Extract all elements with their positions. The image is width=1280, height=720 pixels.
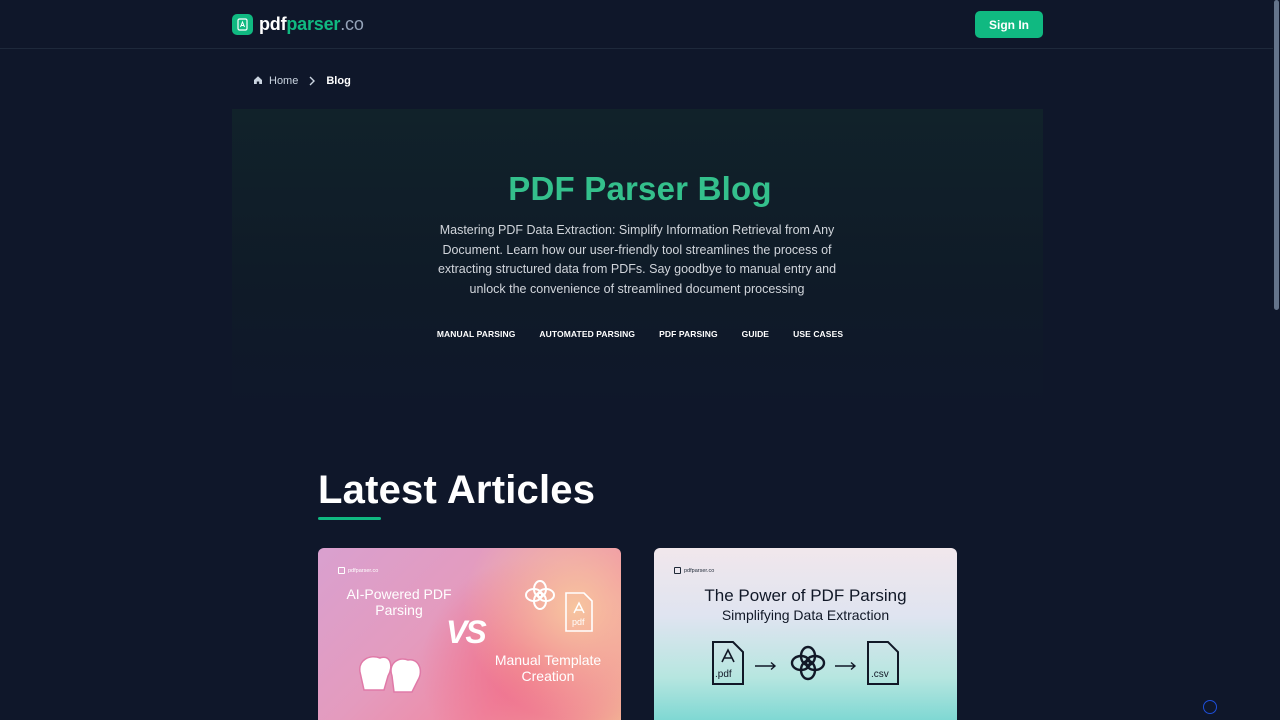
pdf-file-icon xyxy=(232,13,253,35)
card-left-title-line1: AI-Powered PDF xyxy=(346,586,452,602)
arrow-right-icon xyxy=(754,658,778,676)
category-tags: MANUAL PARSING AUTOMATED PARSING PDF PAR… xyxy=(0,329,1280,339)
boxing-gloves-icon xyxy=(354,650,426,705)
arrow-right-icon xyxy=(834,658,858,676)
openai-logo-icon xyxy=(522,577,558,618)
breadcrumb: Home Blog xyxy=(253,74,351,88)
brand-mark-icon xyxy=(674,567,681,574)
brand-logo-link[interactable]: pdfparser.co xyxy=(232,13,364,35)
tag-automated-parsing[interactable]: AUTOMATED PARSING xyxy=(539,329,635,339)
tag-guide[interactable]: GUIDE xyxy=(742,329,769,339)
top-navbar: pdfparser.co Sign In xyxy=(0,0,1280,49)
card-brand-logo: pdfparser.co xyxy=(674,567,714,574)
article-card-ai-vs-manual[interactable]: pdfparser.co AI-Powered PDF Parsing VS p… xyxy=(318,548,621,720)
latest-articles-heading: Latest Articles xyxy=(318,468,596,512)
tag-use-cases[interactable]: USE CASES xyxy=(793,329,843,339)
card-right-title-line2: Creation xyxy=(521,668,575,684)
csv-file-label: .csv xyxy=(871,669,889,680)
home-icon xyxy=(253,75,263,88)
csv-file-icon: .csv xyxy=(866,640,900,691)
card-right-title: Manual Template Creation xyxy=(484,652,612,684)
sign-in-button[interactable]: Sign In xyxy=(975,11,1043,38)
card-brand-text: pdfparser.co xyxy=(348,567,379,574)
heading-underline xyxy=(318,517,381,520)
page-scrollbar-thumb[interactable] xyxy=(1274,0,1279,310)
tag-pdf-parsing[interactable]: PDF PARSING xyxy=(659,329,718,339)
breadcrumb-home-link[interactable]: Home xyxy=(253,75,298,88)
article-card-power-of-pdf-parsing[interactable]: pdfparser.co The Power of PDF Parsing Si… xyxy=(654,548,957,720)
card-right-title-line1: Manual Template xyxy=(494,652,602,668)
brand-mark-icon xyxy=(338,567,345,574)
versus-label: VS xyxy=(446,614,487,650)
chevron-right-icon xyxy=(308,76,316,86)
brand-name-tld: .co xyxy=(340,13,364,34)
breadcrumb-home-label: Home xyxy=(269,75,299,87)
pdf-icon-label: pdf xyxy=(572,617,585,627)
breadcrumb-current: Blog xyxy=(326,75,351,87)
brand-name-parser: parser xyxy=(286,13,341,34)
brand-name: pdfparser.co xyxy=(259,14,364,35)
card-title: The Power of PDF Parsing xyxy=(704,586,907,605)
card-left-title-line2: Parsing xyxy=(375,602,423,618)
card-subtitle: Simplifying Data Extraction xyxy=(721,607,890,623)
floating-widget-icon[interactable] xyxy=(1203,700,1217,714)
pdf-file-icon: .pdf xyxy=(711,640,745,691)
brand-name-pdf: pdf xyxy=(259,13,287,34)
tag-manual-parsing[interactable]: MANUAL PARSING xyxy=(437,329,516,339)
openai-logo-icon xyxy=(788,643,828,688)
pdf-file-label: .pdf xyxy=(715,669,732,680)
card-left-title: AI-Powered PDF Parsing xyxy=(338,586,460,618)
hero-description: Mastering PDF Data Extraction: Simplify … xyxy=(437,223,837,297)
card-brand-text: pdfparser.co xyxy=(684,567,715,574)
page-title: PDF Parser Blog xyxy=(508,170,772,207)
pdf-document-icon: pdf xyxy=(564,591,594,638)
card-brand-logo: pdfparser.co xyxy=(338,567,378,574)
